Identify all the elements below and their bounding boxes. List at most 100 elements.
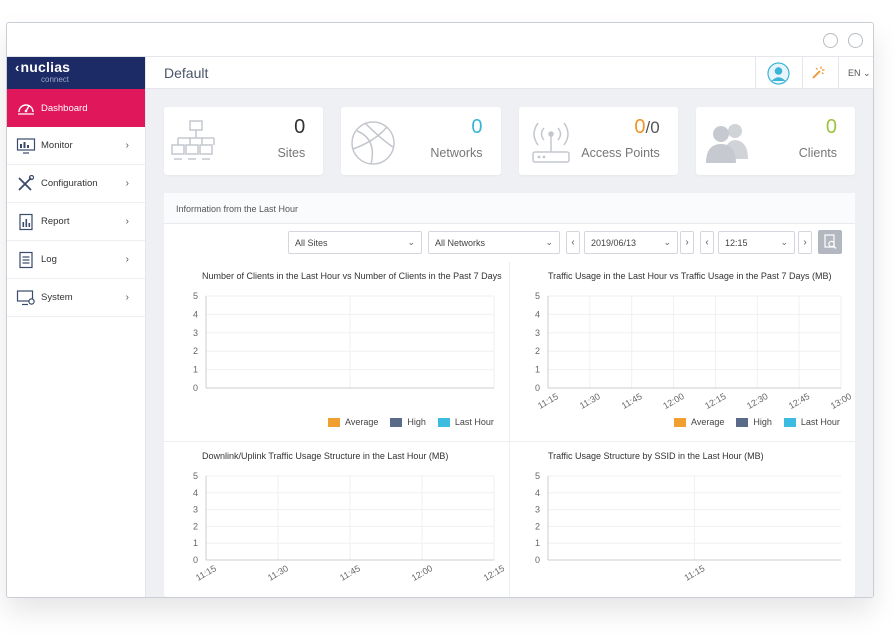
chart-legend-clients: Average High Last Hour xyxy=(328,417,506,427)
sidebar-item-label: Dashboard xyxy=(41,102,88,114)
sites-hierarchy-icon xyxy=(171,120,215,160)
chevron-right-icon: › xyxy=(125,292,129,303)
chevron-right-icon: › xyxy=(685,237,689,248)
y-tick-label: 3 xyxy=(193,505,198,515)
x-tick-label: 11:45 xyxy=(338,563,362,583)
y-tick-label: 2 xyxy=(535,521,540,531)
y-tick-label: 5 xyxy=(535,291,540,301)
chevron-down-icon: ⌄ xyxy=(545,237,553,247)
y-tick-label: 2 xyxy=(193,346,198,356)
y-tick-label: 0 xyxy=(535,555,540,565)
time-prev-button[interactable]: ‹ xyxy=(700,231,714,254)
page-title: Default xyxy=(164,65,209,81)
sidebar-item-log[interactable]: Log › xyxy=(7,241,145,279)
y-tick-label: 2 xyxy=(193,521,198,531)
chart-legend-traffic: Average High Last Hour xyxy=(674,417,852,427)
date-prev-button[interactable]: ‹ xyxy=(566,231,580,254)
sites-select[interactable]: All Sites ⌄ xyxy=(288,231,422,254)
chevron-down-icon: ⌄ xyxy=(407,237,415,247)
chevron-down-icon: ⌄ xyxy=(663,237,671,247)
logo-sub-text: connect xyxy=(41,75,70,84)
date-picker[interactable]: 2019/06/13 ⌄ xyxy=(584,231,678,254)
legend-swatch-last-hour xyxy=(437,417,450,427)
sidebar-item-report[interactable]: Report › xyxy=(7,203,145,241)
y-tick-label: 0 xyxy=(193,555,198,565)
language-selector[interactable]: EN ⌄ xyxy=(848,68,871,79)
chevron-right-icon: › xyxy=(803,237,807,248)
chart-title-ssid: Traffic Usage Structure by SSID in the L… xyxy=(548,451,764,461)
chart-divider-vertical xyxy=(509,262,510,597)
y-tick-label: 3 xyxy=(535,505,540,515)
sidebar-item-dashboard[interactable]: Dashboard xyxy=(7,89,145,127)
clients-users-icon xyxy=(705,124,748,163)
document-search-icon xyxy=(824,234,837,249)
report-document-icon xyxy=(19,213,33,230)
y-tick-label: 5 xyxy=(193,471,198,481)
y-tick-label: 1 xyxy=(535,538,540,548)
y-tick-label: 4 xyxy=(193,309,198,319)
y-tick-label: 0 xyxy=(535,383,540,393)
sidebar-item-system[interactable]: System › xyxy=(7,279,145,317)
date-value: 2019/06/13 xyxy=(591,238,637,248)
legend-label-last-hour: Last Hour xyxy=(454,417,494,427)
sidebar: ‹nuclias connect Dashboard Monitor › Con… xyxy=(7,57,146,597)
networks-select[interactable]: All Networks ⌄ xyxy=(428,231,560,254)
x-tick-label: 11:15 xyxy=(536,391,560,411)
sidebar-item-monitor[interactable]: Monitor › xyxy=(7,127,145,165)
networks-label: Networks xyxy=(430,146,483,160)
sites-select-value: All Sites xyxy=(295,238,328,248)
last-hour-panel: Information from the Last Hour All Sites… xyxy=(164,193,855,597)
summary-card-sites[interactable]: 0 Sites xyxy=(164,107,324,175)
summary-card-access-points[interactable]: 0/0 Access Points xyxy=(518,107,678,175)
networks-select-value: All Networks xyxy=(435,238,486,248)
search-report-button[interactable] xyxy=(818,230,842,254)
y-tick-label: 4 xyxy=(193,488,198,498)
access-points-label: Access Points xyxy=(581,146,660,160)
y-tick-label: 1 xyxy=(193,365,198,375)
x-tick-label: 13:00 xyxy=(829,391,851,411)
legend-swatch-high xyxy=(736,417,749,427)
access-points-total: 0 xyxy=(650,118,660,137)
page-header: Default EN ⌄ xyxy=(146,57,873,89)
sidebar-item-label: Report xyxy=(41,216,70,227)
sidebar-item-configuration[interactable]: Configuration › xyxy=(7,165,145,203)
chart-divider-horizontal xyxy=(164,441,855,442)
chart-title-clients: Number of Clients in the Last Hour vs Nu… xyxy=(202,271,502,281)
dashboard-gauge-icon xyxy=(18,104,34,115)
chevron-down-icon: ⌄ xyxy=(780,237,788,247)
sidebar-item-label: System xyxy=(41,292,73,303)
log-list-icon xyxy=(19,251,33,268)
header-divider xyxy=(755,57,756,89)
window-close-button[interactable] xyxy=(848,33,863,48)
summary-cards: 0 Sites 0 Networks 0/0 Access Points 0 C… xyxy=(164,107,855,175)
user-avatar-icon[interactable] xyxy=(767,62,790,85)
y-tick-label: 4 xyxy=(535,488,540,498)
logo-main-text: nuclias xyxy=(20,59,71,75)
x-tick-label: 11:15 xyxy=(194,563,218,583)
legend-label-high: High xyxy=(407,417,426,427)
x-tick-label: 11:45 xyxy=(620,391,644,411)
access-points-count: 0/0 xyxy=(634,116,659,139)
y-tick-label: 1 xyxy=(193,538,198,548)
chart-ssid: 5 4 3 2 1 0 11:15 xyxy=(535,471,841,583)
y-tick-label: 1 xyxy=(535,365,540,375)
sidebar-item-label: Log xyxy=(41,254,57,265)
nuclias-logo[interactable]: ‹nuclias connect xyxy=(7,57,145,89)
chevron-left-icon: ‹ xyxy=(571,237,575,248)
window-titlebar xyxy=(7,23,873,57)
chevron-down-icon: ⌄ xyxy=(863,68,871,78)
legend-swatch-high xyxy=(390,417,403,427)
chart-traffic: 5 4 3 2 1 011:15 11:30 11:45 12:00 12:15 12:30 12:4… xyxy=(535,291,851,411)
window-minimize-button[interactable] xyxy=(823,33,838,48)
x-tick-label: 12:00 xyxy=(410,563,435,583)
time-next-button[interactable]: › xyxy=(798,231,812,254)
magic-wand-icon[interactable] xyxy=(810,65,826,81)
time-picker[interactable]: 12:15 ⌄ xyxy=(718,231,795,254)
x-tick-label: 12:30 xyxy=(745,391,770,411)
summary-card-clients[interactable]: 0 Clients xyxy=(695,107,855,175)
x-tick-label: 11:30 xyxy=(578,391,602,411)
date-next-button[interactable]: › xyxy=(680,231,694,254)
summary-card-networks[interactable]: 0 Networks xyxy=(341,107,501,175)
legend-swatch-last-hour xyxy=(783,417,796,427)
monitor-chart-icon xyxy=(16,137,36,154)
